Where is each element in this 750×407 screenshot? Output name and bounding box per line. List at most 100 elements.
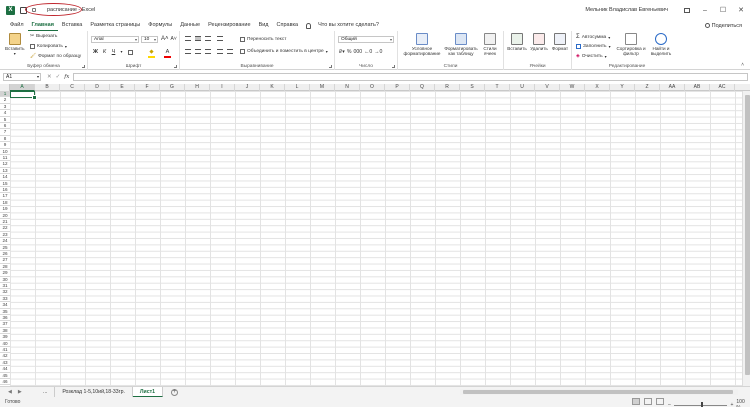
horizontal-scrollbar[interactable]: [460, 389, 738, 395]
merge-center-button[interactable]: Объединить и поместить в центре ▾: [240, 49, 328, 54]
column-header[interactable]: E: [110, 84, 135, 91]
cell-area[interactable]: [10, 91, 742, 386]
formula-input[interactable]: [73, 73, 748, 81]
copy-button[interactable]: Копировать ▾: [30, 44, 67, 49]
close-button[interactable]: ✕: [732, 0, 750, 20]
column-header[interactable]: M: [310, 84, 335, 91]
column-header[interactable]: K: [260, 84, 285, 91]
zoom-in-button[interactable]: +: [730, 402, 733, 407]
autosum-button[interactable]: Σ Автосумма ▾: [576, 34, 610, 40]
tab-view[interactable]: Вид: [255, 20, 273, 31]
number-format-select[interactable]: Общий ▾: [338, 36, 394, 43]
currency-icon[interactable]: ₽▾: [339, 49, 345, 55]
column-header[interactable]: U: [510, 84, 535, 91]
insert-function-icon[interactable]: fx: [64, 74, 69, 80]
font-color-icon[interactable]: A: [164, 49, 171, 55]
bold-button[interactable]: Ж: [92, 49, 99, 55]
column-header[interactable]: W: [560, 84, 585, 91]
percent-icon[interactable]: %: [347, 49, 352, 55]
fill-color-icon[interactable]: ◆: [148, 49, 155, 55]
format-as-table-button[interactable]: Форматировать как таблицу: [444, 33, 478, 56]
align-top-icon[interactable]: [185, 36, 191, 41]
confirm-entry-icon[interactable]: ✓: [56, 74, 61, 80]
column-header[interactable]: AC: [710, 84, 735, 91]
font-size-select[interactable]: 10 ▾: [141, 36, 158, 43]
align-center-icon[interactable]: [195, 49, 201, 54]
sheet-tab-schedule[interactable]: Розклад 1-5,10ий,18-33гр.: [55, 387, 133, 397]
increase-decimal-icon[interactable]: ←0: [364, 49, 372, 55]
tab-data[interactable]: Данные: [176, 20, 204, 31]
tab-help[interactable]: Справка: [273, 20, 303, 31]
delete-cells-button[interactable]: Удалить: [529, 33, 549, 51]
column-header[interactable]: X: [585, 84, 610, 91]
tab-home[interactable]: Главная: [27, 20, 58, 31]
column-header[interactable]: Q: [410, 84, 435, 91]
column-header[interactable]: H: [185, 84, 210, 91]
zoom-level[interactable]: 100 %: [736, 399, 750, 407]
tab-file[interactable]: Файл: [6, 20, 28, 31]
align-bottom-icon[interactable]: [205, 36, 211, 41]
active-cell-a1[interactable]: [10, 91, 37, 101]
underline-dropdown[interactable]: ▾: [118, 49, 125, 54]
vertical-scroll-thumb[interactable]: [744, 95, 750, 375]
collapse-ribbon-icon[interactable]: ˄: [741, 62, 744, 68]
cut-button[interactable]: ✂ Вырезать: [30, 34, 57, 39]
row-header[interactable]: 46: [0, 379, 10, 386]
tab-review[interactable]: Рецензирование: [204, 20, 254, 31]
column-header[interactable]: B: [35, 84, 60, 91]
horizontal-scroll-thumb[interactable]: [463, 390, 733, 394]
clear-button[interactable]: ◈ Очистить ▾: [576, 54, 607, 59]
name-box[interactable]: A1 ▾: [3, 73, 41, 81]
column-header[interactable]: R: [435, 84, 460, 91]
format-cells-button[interactable]: Формат: [550, 33, 570, 51]
tab-insert[interactable]: Вставка: [58, 20, 86, 31]
font-grow-icon[interactable]: A˄: [161, 36, 169, 42]
wrap-text-button[interactable]: Переносить текст: [240, 37, 286, 42]
format-painter-button[interactable]: 🖌 Формат по образцу: [30, 54, 81, 59]
alignment-launcher[interactable]: [329, 65, 332, 68]
normal-view-icon[interactable]: [632, 398, 640, 405]
borders-icon[interactable]: [128, 50, 133, 55]
add-sheet-button[interactable]: +: [171, 388, 179, 396]
column-header[interactable]: D: [85, 84, 110, 91]
font-shrink-icon[interactable]: A˅: [171, 36, 177, 42]
decrease-indent-icon[interactable]: [217, 49, 223, 54]
sheet-nav-prev[interactable]: ◀: [8, 389, 12, 395]
increase-indent-icon[interactable]: [227, 49, 233, 54]
font-grow-shrink[interactable]: A˄ A˅: [161, 36, 177, 42]
column-header[interactable]: V: [535, 84, 560, 91]
column-header[interactable]: S: [460, 84, 485, 91]
underline-button[interactable]: Ч: [110, 49, 117, 55]
align-left-icon[interactable]: [185, 49, 191, 54]
user-name[interactable]: Мельник Владислав Евгеньевич: [585, 7, 668, 13]
ribbon-display-options-button[interactable]: [678, 0, 696, 20]
align-middle-icon[interactable]: [195, 36, 201, 41]
conditional-formatting-button[interactable]: Условное форматирование: [402, 33, 442, 56]
zoom-out-button[interactable]: –: [668, 402, 671, 407]
find-select-button[interactable]: Найти и выделить: [648, 33, 674, 56]
vertical-scrollbar[interactable]: [742, 91, 750, 386]
column-header[interactable]: I: [210, 84, 235, 91]
column-header[interactable]: O: [360, 84, 385, 91]
page-break-view-icon[interactable]: [656, 398, 664, 405]
cell-styles-button[interactable]: Стили ячеек: [480, 33, 500, 56]
font-name-select[interactable]: Arial ▾: [91, 36, 139, 43]
sheet-nav-next[interactable]: ▶: [18, 389, 22, 395]
orientation-icon[interactable]: [217, 36, 223, 41]
font-launcher[interactable]: [174, 65, 177, 68]
column-header[interactable]: AB: [685, 84, 710, 91]
select-all-corner[interactable]: [0, 84, 10, 91]
sort-filter-button[interactable]: Сортировка и фильтр: [616, 33, 646, 56]
maximize-button[interactable]: ☐: [714, 0, 732, 20]
thousands-icon[interactable]: 000: [354, 49, 363, 55]
decrease-decimal-icon[interactable]: →0: [374, 49, 382, 55]
italic-button[interactable]: К: [101, 49, 108, 55]
minimize-button[interactable]: –: [696, 0, 714, 20]
tab-page-layout[interactable]: Разметка страницы: [86, 20, 144, 31]
cancel-entry-icon[interactable]: ✕: [47, 74, 52, 80]
column-header[interactable]: N: [335, 84, 360, 91]
column-header[interactable]: F: [135, 84, 160, 91]
column-header[interactable]: G: [160, 84, 185, 91]
sheet-tab-list1[interactable]: Лист1: [132, 387, 164, 397]
column-header[interactable]: AA: [660, 84, 685, 91]
